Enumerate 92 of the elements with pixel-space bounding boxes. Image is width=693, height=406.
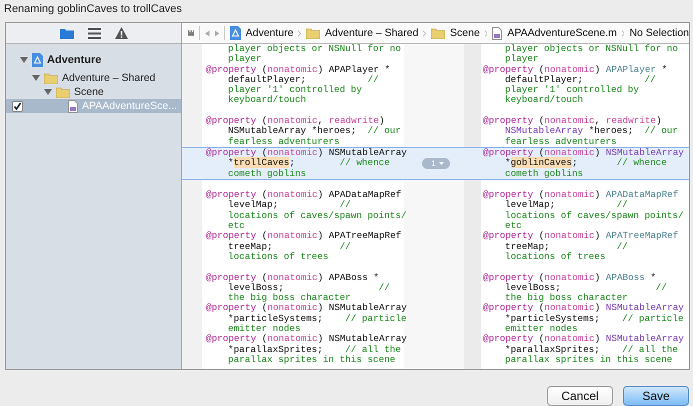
tree-item[interactable]: Adventure – Shared [6, 71, 181, 85]
code-line: player [504, 54, 540, 65]
code-line: @property (nonatomic) APAPlayer * [483, 64, 668, 75]
code-line: @property (nonatomic) APADataMapRef [206, 190, 402, 200]
code-line: @property (nonatomic) APABoss * [206, 272, 380, 283]
code-line: @property (nonatomic) NSMutableArray [206, 303, 406, 314]
code-line: the big boss character [228, 293, 351, 304]
code-line: locations of caves/spawn points/ [227, 210, 406, 222]
chevron-icon [622, 28, 624, 38]
code-line: defaultPlayer; // [505, 74, 657, 85]
cancel-button[interactable]: Cancel [547, 386, 613, 406]
code-line: emitter nodes [505, 324, 578, 334]
folder-icon [306, 28, 320, 38]
code-line: NSMutableArray *heroes; // our [227, 126, 402, 137]
code-line: @property (nonatomic) APAPlayer * [206, 64, 392, 75]
code-line: player '1' controlled by [227, 85, 363, 96]
code-line: cometh goblins [504, 168, 584, 179]
code-line: fearless adventurers [227, 136, 341, 147]
code-line: locations of trees [227, 252, 330, 262]
code-line: treeMap; // [504, 242, 629, 252]
code-line: levelBoss; // [505, 282, 668, 293]
breadcrumb-item[interactable]: Adventure – Shared [325, 27, 418, 39]
code-line: defaultPlayer; // [228, 74, 380, 85]
code-line: *parallaxSprites; // all the [227, 344, 402, 355]
grid-icon[interactable] [188, 29, 194, 37]
code-line: etc [228, 221, 245, 232]
app-project-icon [32, 53, 43, 67]
code-line: @property (nonatomic) NSMutableArray [206, 148, 406, 158]
code-line: @property (nonatomic) APABoss * [483, 272, 658, 283]
code-line: @property (nonatomic) APADataMapRef [483, 190, 680, 200]
disclosure-triangle-icon[interactable] [20, 56, 28, 64]
code-line: NSMutableArray *heroes; // our [504, 126, 679, 137]
code-line: player objects or NSNull for no [504, 44, 679, 54]
code-line: emitter nodes [228, 324, 301, 334]
breadcrumb-item[interactable]: APAAdventureScene.m [507, 27, 617, 39]
code-line: @property (nonatomic) NSMutableArray [483, 303, 683, 314]
code-line: *particleSystems; // particle [504, 314, 683, 324]
code-line: @property (nonatomic) NSMutableArray [206, 334, 406, 345]
code-line: *parallaxSprites; // all the [504, 344, 679, 355]
code-line: etc [505, 221, 522, 232]
code-line: levelBoss; // [228, 282, 391, 293]
code-line: parallax sprites in this scene [227, 354, 396, 366]
file-icon [492, 26, 502, 40]
forward-arrow-icon[interactable] [214, 28, 219, 38]
warning-icon[interactable] [114, 27, 128, 39]
code-line: @property (nonatomic) NSMutableArray [483, 148, 683, 158]
dialog-title: Renaming goblinCaves to trollCaves [3, 2, 183, 17]
chevron-icon [423, 28, 426, 38]
tree-label: Adventure – Shared [62, 72, 156, 84]
breadcrumb-item[interactable]: Adventure [246, 27, 294, 39]
folder-icon[interactable] [60, 28, 74, 38]
code-line: treeMap; // [227, 242, 352, 252]
code-line: cometh goblins [227, 168, 308, 179]
disclosure-triangle-icon[interactable] [32, 74, 40, 82]
code-line: *goblinCaves; // whence [504, 158, 668, 169]
code-line: @property (nonatomic) APATreeMapRef [483, 231, 680, 242]
code-line: locations of caves/spawn points/ [504, 210, 683, 222]
code-line: player '1' controlled by [504, 85, 640, 96]
code-line: @property (nonatomic, readwrite) [206, 116, 386, 126]
app-project-icon [230, 26, 241, 40]
code-line: the big boss character [505, 293, 628, 304]
code-line: player [227, 54, 262, 65]
disclosure-triangle-icon[interactable] [44, 88, 52, 96]
tree-label: APAAdventureSce... [82, 100, 177, 112]
tree-label: Scene [74, 86, 104, 98]
breadcrumb-item[interactable]: No Selection [629, 27, 689, 39]
code-line: @property (nonatomic) NSMutableArray [483, 334, 683, 345]
code-line: keyboard/touch [227, 95, 308, 106]
folder-icon [44, 72, 58, 84]
tree-label: Adventure [47, 54, 102, 66]
code-line: *particleSystems; // particle [227, 314, 406, 324]
chevron-icon [298, 28, 302, 38]
code-line: parallax sprites in this scene [504, 354, 674, 366]
code-line: @property (nonatomic) APATreeMapRef [206, 231, 402, 242]
code-line: @property (nonatomic, readwrite) [483, 116, 663, 126]
folder-icon [431, 28, 446, 38]
code-line: levelMap; // [228, 200, 351, 211]
file-icon [68, 100, 78, 112]
breadcrumb-item[interactable]: Scene [450, 27, 480, 39]
checkbox[interactable] [12, 101, 23, 112]
code-line: player objects or NSNull for no [227, 44, 402, 54]
chevron-icon [484, 28, 488, 38]
save-button[interactable]: Save [623, 386, 689, 406]
tree-item[interactable]: Adventure [6, 50, 181, 70]
list-icon[interactable] [88, 28, 100, 38]
back-arrow-icon[interactable] [205, 28, 210, 38]
code-line: levelMap; // [505, 200, 628, 211]
code-line: keyboard/touch [504, 95, 584, 106]
code-line: *trollCaves; // whence [227, 158, 391, 169]
code-line: locations of trees [504, 252, 606, 262]
tree-item[interactable]: Scene [6, 85, 181, 99]
code-line: fearless adventurers [504, 136, 618, 147]
